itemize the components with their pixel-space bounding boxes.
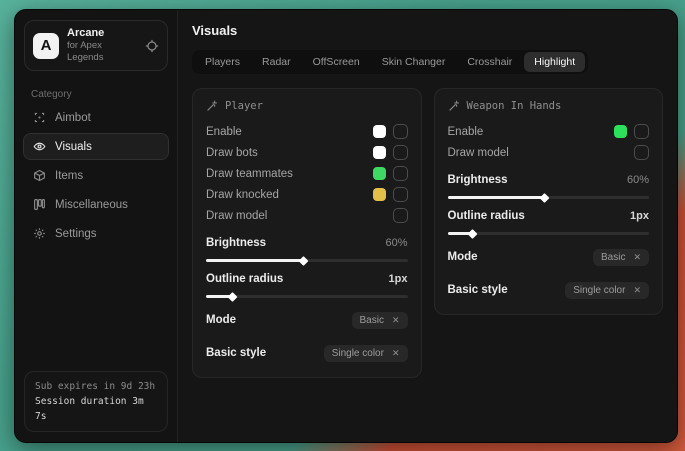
columns-icon <box>33 198 46 211</box>
color-swatch[interactable] <box>373 167 386 180</box>
draw-bots-checkbox[interactable] <box>393 145 408 160</box>
brightness-value: 60% <box>627 174 649 186</box>
toggle-row-enable: Enable <box>448 121 650 142</box>
session-duration-text: Session duration 3m 7s <box>35 394 157 424</box>
gear-icon <box>33 227 46 240</box>
slider-thumb[interactable] <box>540 193 550 203</box>
outline-radius-slider-block: Outline radius 1px <box>206 270 408 298</box>
sidebar-item-items[interactable]: Items <box>23 162 169 189</box>
sidebar-item-label: Visuals <box>55 141 92 153</box>
app-subtitle: for Apex Legends <box>67 40 137 64</box>
basic-style-tag[interactable]: Single color ✕ <box>565 282 649 299</box>
wand-icon <box>448 100 460 112</box>
app-card: A Arcane for Apex Legends <box>24 20 168 71</box>
app-name: Arcane <box>67 27 137 40</box>
crosshair-icon <box>33 111 46 124</box>
panels-row: Player Enable Draw bots <box>192 88 663 378</box>
color-swatch[interactable] <box>373 146 386 159</box>
toggle-row-draw-bots: Draw bots <box>206 142 408 163</box>
category-label: Category <box>31 89 177 100</box>
mode-tag[interactable]: Basic ✕ <box>593 249 649 266</box>
sidebar-nav: Aimbot Visuals Items <box>15 104 177 247</box>
remove-tag-icon[interactable]: ✕ <box>633 253 641 262</box>
enable-checkbox[interactable] <box>634 124 649 139</box>
outline-radius-value: 1px <box>630 210 649 222</box>
visuals-tabbar: Players Radar OffScreen Skin Changer Cro… <box>192 50 588 74</box>
sidebar-item-miscellaneous[interactable]: Miscellaneous <box>23 191 169 218</box>
panel-title: Weapon In Hands <box>467 100 562 112</box>
color-swatch[interactable] <box>614 125 627 138</box>
toggle-row-draw-teammates: Draw teammates <box>206 163 408 184</box>
tab-players[interactable]: Players <box>195 52 250 72</box>
sidebar-item-aimbot[interactable]: Aimbot <box>23 104 169 131</box>
toggle-row-draw-knocked: Draw knocked <box>206 184 408 205</box>
mode-select-row: Mode Basic ✕ <box>206 309 408 331</box>
sidebar-item-label: Aimbot <box>55 112 91 124</box>
sidebar-item-label: Items <box>55 170 83 182</box>
brightness-value: 60% <box>385 237 407 249</box>
target-icon[interactable] <box>145 39 159 53</box>
brightness-slider[interactable] <box>448 196 650 199</box>
outline-radius-slider[interactable] <box>448 232 650 235</box>
sidebar-item-label: Settings <box>55 228 97 240</box>
remove-tag-icon[interactable]: ✕ <box>633 286 641 295</box>
basic-style-select-row: Basic style Single color ✕ <box>206 342 408 364</box>
tab-skin-changer[interactable]: Skin Changer <box>372 52 456 72</box>
draw-model-checkbox[interactable] <box>393 208 408 223</box>
color-swatch[interactable] <box>373 125 386 138</box>
brightness-slider-block: Brightness 60% <box>448 171 650 199</box>
remove-tag-icon[interactable]: ✕ <box>392 349 400 358</box>
sidebar-item-visuals[interactable]: Visuals <box>23 133 169 160</box>
panel-title: Player <box>225 100 263 112</box>
tab-highlight[interactable]: Highlight <box>524 52 585 72</box>
toggle-row-draw-model: Draw model <box>448 142 650 163</box>
box-icon <box>33 169 46 182</box>
enable-checkbox[interactable] <box>393 124 408 139</box>
color-swatch[interactable] <box>373 188 386 201</box>
subscription-info: Sub expires in 9d 23h Session duration 3… <box>24 371 168 432</box>
player-panel: Player Enable Draw bots <box>192 88 422 378</box>
tab-radar[interactable]: Radar <box>252 52 301 72</box>
remove-tag-icon[interactable]: ✕ <box>392 316 400 325</box>
brightness-slider-block: Brightness 60% <box>206 234 408 262</box>
tab-offscreen[interactable]: OffScreen <box>303 52 370 72</box>
outline-radius-slider[interactable] <box>206 295 408 298</box>
brightness-slider[interactable] <box>206 259 408 262</box>
toggle-row-draw-model: Draw model <box>206 205 408 226</box>
basic-style-tag[interactable]: Single color ✕ <box>324 345 408 362</box>
eye-icon <box>33 140 46 153</box>
sidebar: A Arcane for Apex Legends Category Aimbo… <box>15 10 178 442</box>
slider-thumb[interactable] <box>228 292 238 302</box>
toggle-row-enable: Enable <box>206 121 408 142</box>
sub-expiry-text: Sub expires in 9d 23h <box>35 379 157 394</box>
outline-radius-value: 1px <box>389 273 408 285</box>
mode-tag[interactable]: Basic ✕ <box>352 312 408 329</box>
basic-style-select-row: Basic style Single color ✕ <box>448 279 650 301</box>
draw-model-checkbox[interactable] <box>634 145 649 160</box>
draw-knocked-checkbox[interactable] <box>393 187 408 202</box>
mode-select-row: Mode Basic ✕ <box>448 246 650 268</box>
draw-teammates-checkbox[interactable] <box>393 166 408 181</box>
app-window: A Arcane for Apex Legends Category Aimbo… <box>14 9 678 443</box>
page-title: Visuals <box>192 23 663 38</box>
main-content: Visuals Players Radar OffScreen Skin Cha… <box>178 10 677 442</box>
slider-thumb[interactable] <box>298 256 308 266</box>
tab-crosshair[interactable]: Crosshair <box>457 52 522 72</box>
sidebar-item-settings[interactable]: Settings <box>23 220 169 247</box>
weapon-in-hands-panel: Weapon In Hands Enable Draw model <box>434 88 664 315</box>
sidebar-item-label: Miscellaneous <box>55 199 128 211</box>
wand-icon <box>206 100 218 112</box>
app-logo: A <box>33 33 59 59</box>
slider-thumb[interactable] <box>467 229 477 239</box>
outline-radius-slider-block: Outline radius 1px <box>448 207 650 235</box>
